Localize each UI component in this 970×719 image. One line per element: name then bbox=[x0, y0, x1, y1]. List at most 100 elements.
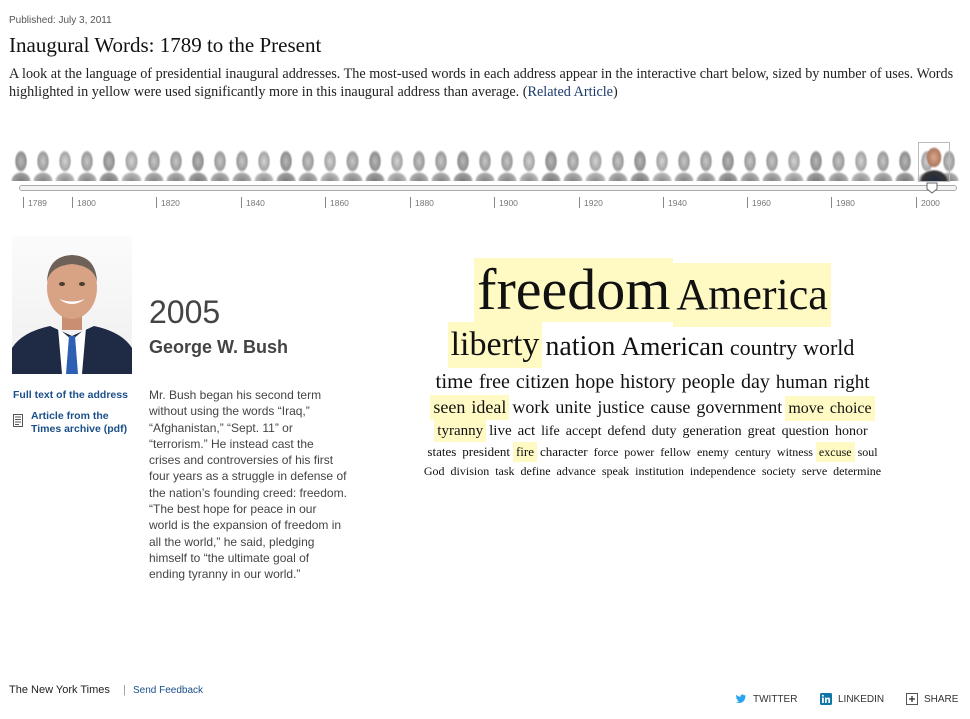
word-cloud-word[interactable]: hope bbox=[572, 369, 617, 396]
full-text-link[interactable]: Full text of the address bbox=[13, 389, 128, 401]
word-cloud-word[interactable]: country bbox=[727, 325, 800, 371]
word-cloud-word[interactable]: right bbox=[831, 369, 873, 396]
president-thumbnail[interactable] bbox=[606, 147, 629, 181]
president-thumbnail[interactable] bbox=[827, 147, 850, 181]
president-thumbnail[interactable] bbox=[717, 147, 740, 181]
word-cloud-word[interactable]: enemy bbox=[694, 442, 732, 462]
president-thumbnail[interactable] bbox=[805, 147, 828, 181]
word-cloud-word[interactable]: task bbox=[492, 462, 517, 480]
president-thumbnail[interactable] bbox=[650, 147, 673, 181]
word-cloud-word[interactable]: states bbox=[424, 442, 459, 462]
president-thumbnail[interactable] bbox=[473, 147, 497, 181]
president-portrait-strip[interactable] bbox=[10, 143, 960, 181]
president-thumbnail[interactable] bbox=[849, 147, 872, 181]
word-cloud-word[interactable]: act bbox=[515, 420, 538, 442]
word-cloud-word[interactable]: honor bbox=[832, 421, 871, 443]
word-cloud-word[interactable]: great bbox=[745, 421, 779, 443]
twitter-button[interactable]: TWITTER bbox=[735, 693, 797, 705]
word-cloud-word[interactable]: life bbox=[538, 421, 563, 443]
word-cloud-word[interactable]: generation bbox=[680, 421, 745, 443]
word-cloud-word[interactable]: America bbox=[673, 263, 831, 327]
president-thumbnail[interactable] bbox=[518, 147, 541, 181]
president-thumbnail[interactable] bbox=[540, 147, 563, 181]
word-cloud-word[interactable]: free bbox=[476, 369, 513, 396]
president-thumbnail[interactable] bbox=[562, 147, 585, 181]
word-cloud-word[interactable]: duty bbox=[649, 421, 680, 443]
send-feedback-link[interactable]: Send Feedback bbox=[133, 685, 203, 696]
word-cloud-word[interactable]: move bbox=[785, 396, 827, 421]
word-cloud-word[interactable]: witness bbox=[774, 442, 816, 462]
word-cloud-word[interactable]: independence bbox=[687, 462, 759, 480]
word-cloud-word[interactable]: unite bbox=[552, 395, 594, 420]
word-cloud-word[interactable]: citizen bbox=[513, 369, 572, 396]
president-thumbnail[interactable] bbox=[694, 147, 717, 181]
president-thumbnail[interactable] bbox=[98, 147, 121, 181]
word-cloud-word[interactable]: tyranny bbox=[434, 420, 487, 442]
word-cloud-word[interactable]: power bbox=[621, 442, 657, 462]
president-thumbnail[interactable] bbox=[120, 147, 143, 181]
word-cloud-word[interactable]: day bbox=[738, 369, 773, 396]
word-cloud-word[interactable]: division bbox=[448, 462, 493, 480]
word-cloud-word[interactable]: force bbox=[591, 442, 622, 462]
word-cloud-word[interactable]: human bbox=[773, 369, 831, 396]
president-thumbnail[interactable] bbox=[54, 147, 77, 181]
president-thumbnail[interactable] bbox=[871, 147, 894, 181]
president-thumbnail[interactable] bbox=[186, 147, 209, 181]
word-cloud-word[interactable]: justice bbox=[594, 395, 647, 420]
president-thumbnail[interactable] bbox=[10, 147, 33, 181]
selected-president-thumbnail[interactable] bbox=[918, 142, 950, 182]
word-cloud-word[interactable]: cause bbox=[647, 395, 693, 420]
word-cloud-word[interactable]: nation bbox=[542, 324, 618, 370]
president-thumbnail[interactable] bbox=[761, 147, 784, 181]
president-thumbnail[interactable] bbox=[893, 147, 916, 181]
president-thumbnail[interactable] bbox=[253, 147, 276, 181]
president-thumbnail[interactable] bbox=[672, 147, 695, 181]
word-cloud-word[interactable]: excuse bbox=[815, 442, 855, 462]
word-cloud-word[interactable]: work bbox=[509, 395, 552, 420]
president-thumbnail[interactable] bbox=[230, 147, 254, 181]
word-cloud-word[interactable]: speak bbox=[599, 462, 632, 480]
word-cloud-word[interactable]: American bbox=[618, 324, 727, 370]
word-cloud-word[interactable]: liberty bbox=[447, 322, 543, 368]
president-thumbnail[interactable] bbox=[164, 147, 187, 181]
president-thumbnail[interactable] bbox=[628, 147, 651, 181]
linkedin-button[interactable]: LINKEDIN bbox=[820, 693, 884, 705]
president-thumbnail[interactable] bbox=[385, 147, 408, 181]
share-button[interactable]: SHARE bbox=[906, 693, 958, 705]
word-cloud-word[interactable]: determine bbox=[830, 462, 884, 480]
word-cloud-word[interactable]: history bbox=[617, 369, 679, 396]
timeline-slider-track[interactable] bbox=[19, 185, 957, 191]
president-thumbnail[interactable] bbox=[429, 147, 452, 181]
word-cloud-word[interactable]: accept bbox=[563, 421, 605, 443]
word-cloud-word[interactable]: God bbox=[421, 462, 448, 480]
president-thumbnail[interactable] bbox=[451, 147, 474, 181]
word-cloud-word[interactable]: character bbox=[537, 442, 591, 462]
related-article-link[interactable]: Related Article bbox=[528, 84, 614, 100]
word-cloud-word[interactable]: world bbox=[800, 325, 857, 371]
word-cloud-word[interactable]: government bbox=[693, 395, 785, 420]
president-thumbnail[interactable] bbox=[208, 147, 231, 181]
president-thumbnail[interactable] bbox=[739, 147, 762, 181]
president-thumbnail[interactable] bbox=[319, 147, 342, 181]
word-cloud-word[interactable]: seen bbox=[430, 395, 469, 420]
president-thumbnail[interactable] bbox=[76, 147, 99, 181]
word-cloud-word[interactable]: serve bbox=[799, 462, 830, 480]
word-cloud-word[interactable]: society bbox=[759, 462, 799, 480]
word-cloud-word[interactable]: advance bbox=[554, 462, 599, 480]
times-archive-link[interactable]: Article from the Times archive (pdf) bbox=[31, 410, 141, 436]
word-cloud-word[interactable]: define bbox=[518, 462, 554, 480]
president-thumbnail[interactable] bbox=[783, 147, 806, 181]
timeline-slider-handle[interactable] bbox=[926, 182, 938, 194]
president-thumbnail[interactable] bbox=[32, 147, 55, 181]
word-cloud-word[interactable]: people bbox=[679, 369, 738, 396]
word-cloud-word[interactable]: century bbox=[732, 442, 774, 462]
president-thumbnail[interactable] bbox=[407, 147, 430, 181]
word-cloud-word[interactable]: defend bbox=[605, 421, 649, 443]
word-cloud-word[interactable]: ideal bbox=[468, 395, 510, 420]
word-cloud-word[interactable]: fire bbox=[512, 442, 537, 462]
word-cloud-word[interactable]: choice bbox=[826, 396, 875, 421]
president-thumbnail[interactable] bbox=[363, 147, 386, 181]
president-thumbnail[interactable] bbox=[496, 147, 519, 181]
president-thumbnail[interactable] bbox=[142, 147, 165, 181]
president-thumbnail[interactable] bbox=[275, 147, 298, 181]
